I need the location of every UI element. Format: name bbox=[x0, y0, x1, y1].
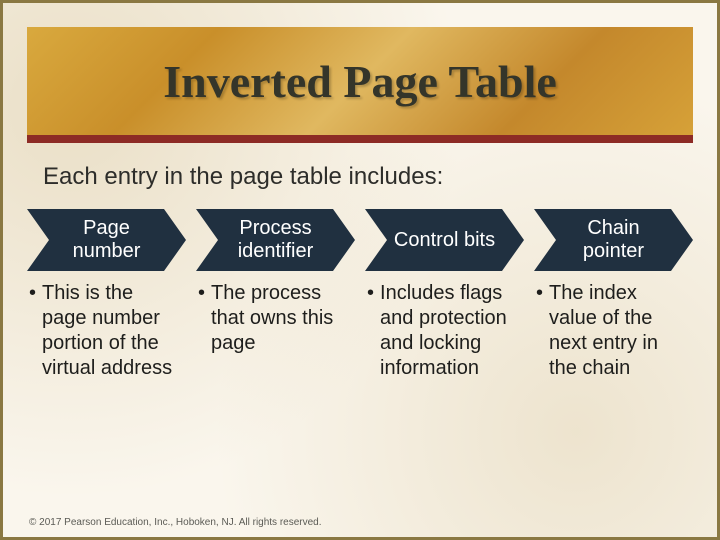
columns-row: Page number • This is the page number po… bbox=[3, 209, 717, 381]
chevron-label: Control bits bbox=[387, 209, 502, 271]
bullet-icon: • bbox=[29, 281, 36, 381]
chevron-page-number: Page number bbox=[27, 209, 186, 271]
column-process-identifier: Process identifier • The process that ow… bbox=[196, 209, 355, 356]
intro-text: Each entry in the page table includes: bbox=[43, 163, 677, 191]
chevron-label: Page number bbox=[49, 209, 164, 271]
desc-page-number: • This is the page number portion of the… bbox=[27, 281, 186, 381]
chevron-chain-pointer: Chain pointer bbox=[534, 209, 693, 271]
column-page-number: Page number • This is the page number po… bbox=[27, 209, 186, 381]
column-chain-pointer: Chain pointer • The index value of the n… bbox=[534, 209, 693, 381]
slide-title: Inverted Page Table bbox=[163, 55, 557, 108]
chevron-head-icon bbox=[164, 209, 186, 271]
desc-text: This is the page number portion of the v… bbox=[42, 281, 182, 381]
chevron-tail-icon bbox=[365, 209, 387, 271]
title-band: Inverted Page Table bbox=[27, 27, 693, 143]
desc-control-bits: • Includes flags and protection and lock… bbox=[365, 281, 524, 381]
chevron-label: Process identifier bbox=[218, 209, 333, 271]
chevron-label: Chain pointer bbox=[556, 209, 671, 271]
chevron-tail-icon bbox=[534, 209, 556, 271]
desc-chain-pointer: • The index value of the next entry in t… bbox=[534, 281, 693, 381]
desc-text: The process that owns this page bbox=[211, 281, 351, 356]
bullet-icon: • bbox=[198, 281, 205, 356]
copyright-footer: © 2017 Pearson Education, Inc., Hoboken,… bbox=[29, 517, 322, 529]
chevron-head-icon bbox=[333, 209, 355, 271]
chevron-control-bits: Control bits bbox=[365, 209, 524, 271]
desc-text: The index value of the next entry in the… bbox=[549, 281, 689, 381]
chevron-tail-icon bbox=[196, 209, 218, 271]
chevron-tail-icon bbox=[27, 209, 49, 271]
column-control-bits: Control bits • Includes flags and protec… bbox=[365, 209, 524, 381]
desc-text: Includes flags and protection and lockin… bbox=[380, 281, 520, 381]
chevron-process-identifier: Process identifier bbox=[196, 209, 355, 271]
bullet-icon: • bbox=[536, 281, 543, 381]
desc-process-identifier: • The process that owns this page bbox=[196, 281, 355, 356]
chevron-head-icon bbox=[502, 209, 524, 271]
bullet-icon: • bbox=[367, 281, 374, 381]
chevron-head-icon bbox=[671, 209, 693, 271]
